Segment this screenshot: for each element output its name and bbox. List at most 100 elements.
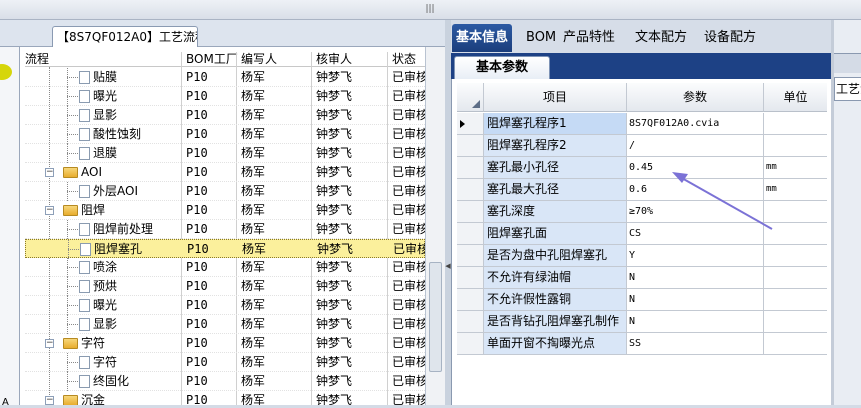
bom-cell: P10 (187, 242, 209, 256)
reviewer-cell: 钟梦飞 (316, 146, 353, 160)
tree-row[interactable]: 终固化 P10 杨军 钟梦飞 已审核 (25, 372, 425, 391)
author-cell: 杨军 (241, 260, 266, 274)
tree-label: 预烘 (93, 279, 118, 293)
tab-far-process-flow[interactable]: 工艺流程 (834, 77, 861, 101)
tree-row[interactable]: 阻焊塞孔 P10 杨军 钟梦飞 已审核 (25, 239, 425, 259)
left-side-strip: A (0, 47, 20, 408)
collapse-toggle-icon[interactable]: − (45, 339, 54, 348)
status-cell: 已审核 (392, 374, 425, 388)
tree-row[interactable]: 显影 P10 杨军 钟梦飞 已审核 (25, 315, 425, 334)
tree-row[interactable]: 贴膜 P10 杨军 钟梦飞 已审核 (25, 68, 425, 87)
tab-4[interactable]: 设备配方 (700, 24, 760, 52)
author-cell: 杨军 (241, 108, 266, 122)
author-cell: 杨军 (241, 355, 266, 369)
reviewer-cell: 钟梦飞 (316, 203, 353, 217)
tree-label: 喷涂 (93, 260, 118, 274)
status-cell: 已审核 (392, 184, 425, 198)
far-right-panel: 工艺流程 (834, 20, 861, 405)
top-toolbar: ||| (0, 0, 861, 20)
main-tab-bar: 基本信息 BOM 产品特性 文本配方 设备配方 (451, 20, 861, 53)
folder-icon (63, 395, 78, 405)
splitter-grip-icon[interactable]: ||| (420, 4, 440, 15)
bom-cell: P10 (186, 108, 208, 122)
tree-row[interactable]: 阻焊前处理 P10 杨军 钟梦飞 已审核 (25, 220, 425, 239)
left-vertical-scrollbar[interactable] (425, 47, 445, 405)
collapse-toggle-icon[interactable]: − (45, 168, 54, 177)
tree-row[interactable]: 曝光 P10 杨军 钟梦飞 已审核 (25, 87, 425, 106)
tree-label: AOI (81, 165, 102, 179)
author-cell: 杨军 (241, 317, 266, 331)
details-panel: 基本信息 BOM 产品特性 文本配方 设备配方 基本参数 项目 参数 单位 阻焊塞孔程序… (451, 20, 861, 405)
tree-label: 阻焊塞孔 (94, 242, 143, 256)
bom-cell: P10 (186, 165, 208, 179)
status-cell: 已审核 (392, 393, 425, 405)
tree-label: 酸性蚀刻 (93, 127, 142, 141)
document-icon (79, 261, 90, 274)
tree-label: 字符 (93, 355, 118, 369)
tree-line (67, 286, 78, 287)
tree-row[interactable]: − 阻焊 P10 杨军 钟梦飞 已审核 (25, 201, 425, 220)
tree-row[interactable]: 喷涂 P10 杨军 钟梦飞 已审核 (25, 258, 425, 277)
tab-0[interactable]: 基本信息 (452, 24, 513, 52)
document-icon (79, 318, 90, 331)
author-cell: 杨军 (241, 393, 266, 405)
author-cell: 杨军 (241, 127, 266, 141)
tab-1[interactable]: BOM (522, 24, 560, 52)
folder-icon (63, 205, 78, 216)
status-cell: 已审核 (392, 260, 425, 274)
status-cell: 已审核 (392, 165, 425, 179)
tree-line (67, 96, 78, 97)
tree-row[interactable]: − 沉金 P10 杨军 钟梦飞 已审核 (25, 391, 425, 405)
process-flow-panel: 【8S7QF012A0】工艺流程 A 流程 BOM工厂 编写人 核审人 状态贴膜 P10 杨… (0, 20, 445, 408)
column-header-4[interactable]: 状态 (392, 52, 416, 66)
reviewer-cell: 钟梦飞 (316, 355, 353, 369)
sub-tab-bar: 基本参数 (451, 53, 831, 79)
tree-line (67, 324, 78, 325)
tab-basic-params[interactable]: 基本参数 (454, 56, 550, 79)
document-icon (79, 299, 90, 312)
column-header-1[interactable]: BOM工厂 (186, 52, 238, 66)
tree-line (67, 229, 78, 230)
reviewer-cell: 钟梦飞 (316, 336, 353, 350)
author-cell: 杨军 (241, 89, 266, 103)
collapse-toggle-icon[interactable]: − (45, 396, 54, 405)
bom-cell: P10 (186, 355, 208, 369)
bom-cell: P10 (186, 146, 208, 160)
folder-icon (63, 338, 78, 349)
author-cell: 杨军 (242, 242, 267, 256)
scrollbar-thumb[interactable] (429, 262, 442, 372)
side-letter: A (2, 397, 9, 408)
author-cell: 杨军 (241, 222, 266, 236)
author-cell: 杨军 (241, 374, 266, 388)
tree-label: 退膜 (93, 146, 118, 160)
tab-3[interactable]: 文本配方 (631, 24, 691, 52)
tree-row[interactable]: 字符 P10 杨军 钟梦飞 已审核 (25, 353, 425, 372)
column-header-2[interactable]: 编写人 (241, 52, 277, 66)
tree-row[interactable]: 显影 P10 杨军 钟梦飞 已审核 (25, 106, 425, 125)
column-header-0[interactable]: 流程 (25, 52, 49, 66)
tree-line (67, 381, 78, 382)
tree-row[interactable]: − AOI P10 杨军 钟梦飞 已审核 (25, 163, 425, 182)
reviewer-cell: 钟梦飞 (316, 317, 353, 331)
status-cell: 已审核 (392, 317, 425, 331)
tree-line (67, 134, 78, 135)
tree-row[interactable]: 曝光 P10 杨军 钟梦飞 已审核 (25, 296, 425, 315)
collapse-toggle-icon[interactable]: − (45, 206, 54, 215)
status-cell: 已审核 (392, 146, 425, 160)
tab-process-flow[interactable]: 【8S7QF012A0】工艺流程 (52, 26, 198, 47)
tree-row[interactable]: − 字符 P10 杨军 钟梦飞 已审核 (25, 334, 425, 353)
reviewer-cell: 钟梦飞 (316, 393, 353, 405)
reviewer-cell: 钟梦飞 (316, 70, 353, 84)
document-icon (79, 280, 90, 293)
tree-line (67, 305, 78, 306)
reviewer-cell: 钟梦飞 (316, 89, 353, 103)
bom-cell: P10 (186, 374, 208, 388)
column-header-3[interactable]: 核审人 (316, 52, 352, 66)
tab-2[interactable]: 产品特性 (559, 24, 619, 52)
parameter-grid: 项目 参数 单位 阻焊塞孔程序1 8S7QF012A0.cvia 阻焊塞孔程序2/塞… (451, 79, 831, 405)
tree-row[interactable]: 退膜 P10 杨军 钟梦飞 已审核 (25, 144, 425, 163)
tree-row[interactable]: 预烘 P10 杨军 钟梦飞 已审核 (25, 277, 425, 296)
tree-row[interactable]: 外层AOI P10 杨军 钟梦飞 已审核 (25, 182, 425, 201)
tree-row[interactable]: 酸性蚀刻 P10 杨军 钟梦飞 已审核 (25, 125, 425, 144)
bom-cell: P10 (186, 203, 208, 217)
